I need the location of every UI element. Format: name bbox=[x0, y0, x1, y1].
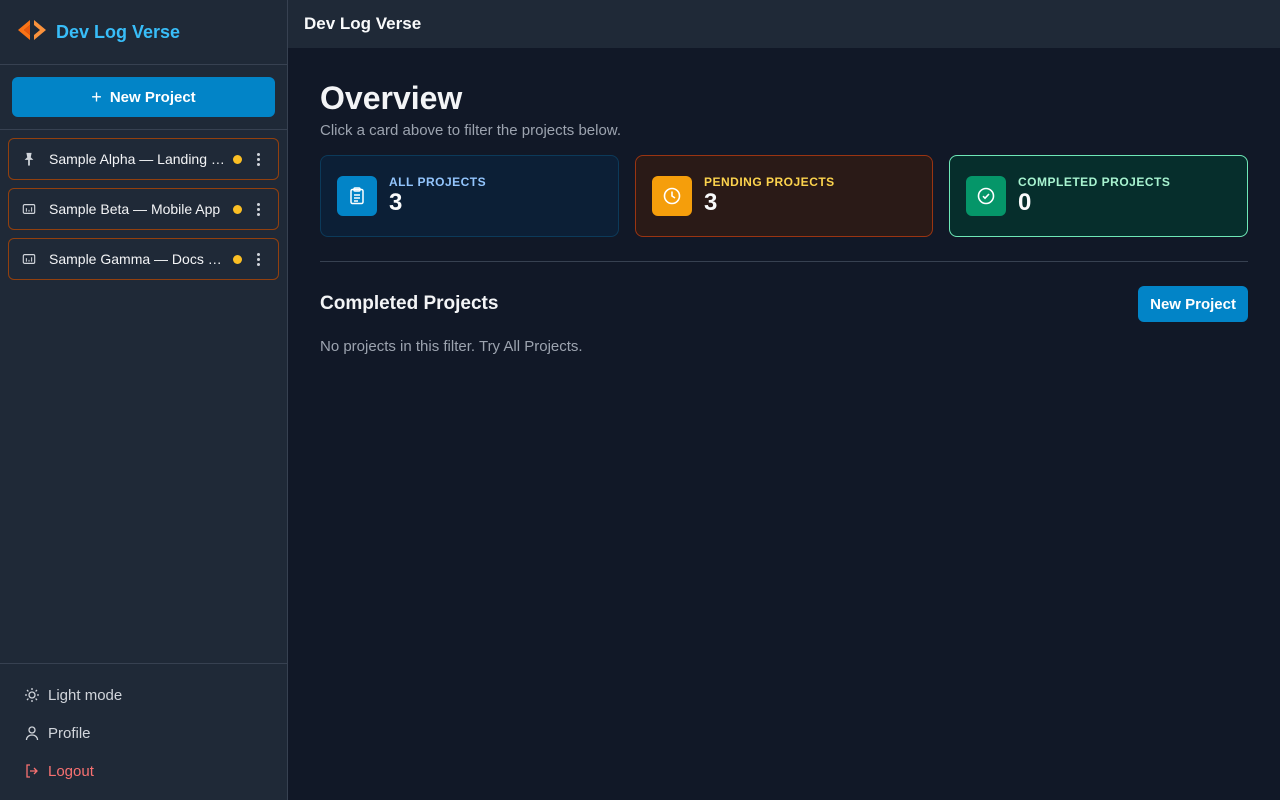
brand[interactable]: Dev Log Verse bbox=[0, 0, 287, 65]
profile-label: Profile bbox=[48, 724, 91, 742]
pending-projects-card[interactable]: PENDING PROJECTS 3 bbox=[635, 155, 933, 237]
project-name: Sample Alpha — Landing Page bbox=[49, 151, 225, 167]
empty-state-text: No projects in this filter. Try All Proj… bbox=[320, 338, 583, 355]
sidebar: Dev Log Verse + New Project Sample Alpha… bbox=[0, 0, 288, 800]
sidebar-footer: Light mode Profile Logout bbox=[0, 663, 287, 800]
divider bbox=[320, 261, 1248, 262]
plus-icon: + bbox=[91, 87, 102, 107]
sidebar-project-item[interactable]: Sample Beta — Mobile App bbox=[8, 188, 279, 230]
logout-button[interactable]: Logout bbox=[0, 752, 287, 790]
user-icon bbox=[25, 726, 39, 741]
logo-icon bbox=[16, 14, 48, 51]
card-label: PENDING PROJECTS bbox=[704, 175, 835, 189]
topbar: Dev Log Verse bbox=[288, 0, 1280, 48]
light-mode-toggle[interactable]: Light mode bbox=[0, 676, 287, 714]
status-dot bbox=[233, 154, 242, 164]
card-count: 3 bbox=[704, 189, 718, 216]
status-dot bbox=[233, 204, 242, 214]
card-label: COMPLETED PROJECTS bbox=[1018, 175, 1171, 189]
project-list: Sample Alpha — Landing Page Sample Beta … bbox=[0, 130, 287, 296]
clock-icon bbox=[652, 176, 692, 216]
app-name: Dev Log Verse bbox=[56, 21, 181, 42]
profile-link[interactable]: Profile bbox=[0, 714, 287, 752]
more-vertical-icon[interactable] bbox=[256, 202, 260, 216]
project-name: Sample Beta — Mobile App bbox=[49, 201, 221, 217]
sun-icon bbox=[25, 688, 39, 702]
sidebar-project-item[interactable]: Sample Gamma — Docs Site bbox=[8, 238, 279, 280]
page-title: Overview bbox=[320, 80, 463, 116]
pin-icon bbox=[21, 151, 37, 167]
new-project-button-secondary[interactable]: New Project bbox=[1138, 286, 1248, 322]
topbar-title: Dev Log Verse bbox=[304, 14, 422, 33]
logout-label: Logout bbox=[48, 762, 94, 780]
project-name: Sample Gamma — Docs Site bbox=[49, 251, 225, 267]
check-circle-icon bbox=[966, 176, 1006, 216]
more-vertical-icon[interactable] bbox=[256, 152, 260, 166]
card-count: 3 bbox=[389, 189, 403, 216]
card-count: 0 bbox=[1018, 189, 1032, 216]
stat-cards: ALL PROJECTS 3 PENDING PROJECTS 3 COMPLE… bbox=[320, 155, 1248, 237]
all-projects-card[interactable]: ALL PROJECTS 3 bbox=[320, 155, 619, 237]
new-project-button[interactable]: + New Project bbox=[12, 77, 275, 117]
clipboard-icon bbox=[337, 176, 377, 216]
section-title: Completed Projects bbox=[320, 293, 499, 314]
new-project-label: New Project bbox=[109, 88, 196, 106]
main-content: Overview Click a card above to filter th… bbox=[320, 48, 1248, 355]
section-header: Completed Projects New Project bbox=[320, 286, 1248, 322]
status-dot bbox=[233, 254, 242, 264]
more-vertical-icon[interactable] bbox=[256, 252, 260, 266]
logout-icon bbox=[26, 764, 38, 778]
card-label: ALL PROJECTS bbox=[389, 175, 487, 189]
light-mode-label: Light mode bbox=[48, 686, 123, 704]
folder-icon bbox=[21, 251, 37, 267]
page-subtitle: Click a card above to filter the project… bbox=[320, 122, 621, 139]
folder-icon bbox=[21, 201, 37, 217]
completed-projects-card[interactable]: COMPLETED PROJECTS 0 bbox=[949, 155, 1248, 237]
sidebar-project-item[interactable]: Sample Alpha — Landing Page bbox=[8, 138, 279, 180]
